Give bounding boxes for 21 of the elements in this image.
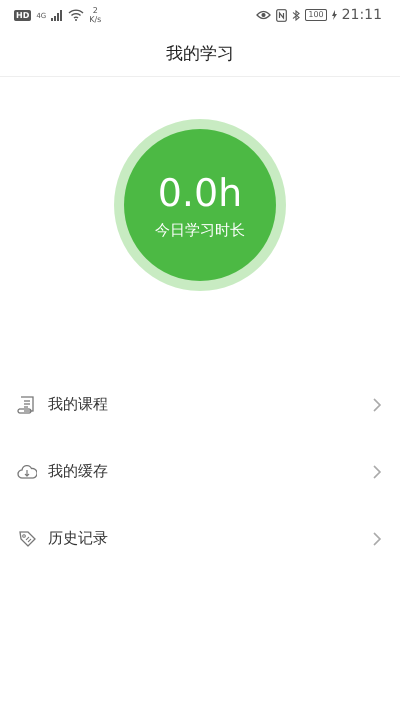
bluetooth-icon (292, 8, 300, 22)
nfc-icon (276, 8, 288, 22)
speed-unit: K/s (89, 15, 102, 24)
chevron-right-icon (372, 464, 382, 478)
page-title: 我的学习 (166, 42, 234, 64)
clock: 21:11 (342, 7, 382, 23)
battery-indicator: 100 (305, 9, 327, 21)
study-time-value: 0.0h (158, 170, 242, 214)
wifi-icon (68, 9, 84, 21)
menu-item[interactable]: 历史记录 (0, 505, 400, 572)
speed-value: 2 (92, 6, 98, 15)
hd-badge: HD (14, 10, 32, 20)
tag-icon (17, 528, 37, 548)
study-time-label: 今日学习时长 (155, 220, 245, 240)
charging-icon (332, 10, 337, 20)
menu-item[interactable]: 我的缓存 (0, 438, 400, 505)
chevron-right-icon (372, 398, 382, 412)
signal-icon (51, 10, 64, 20)
menu-item[interactable]: 我的课程 (0, 371, 400, 438)
chevron-right-icon (372, 532, 382, 546)
eye-icon (256, 9, 272, 21)
